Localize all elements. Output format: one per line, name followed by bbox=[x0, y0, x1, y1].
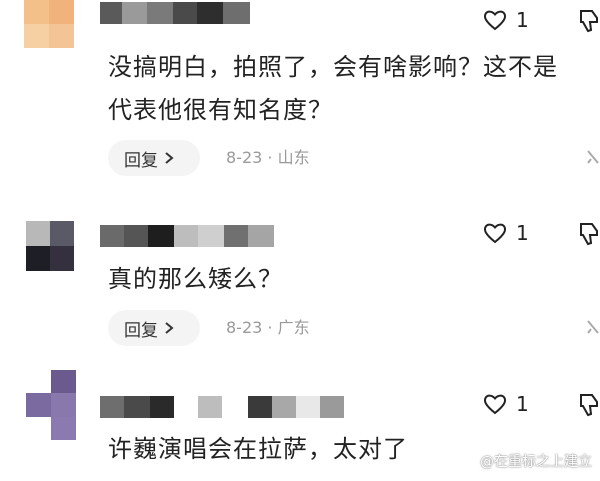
heart-icon bbox=[483, 394, 507, 415]
comment-meta: 8-23 · 广东 bbox=[226, 318, 310, 337]
comment-location: 广东 bbox=[277, 318, 310, 337]
like-button[interactable]: 1 bbox=[482, 221, 529, 245]
comment-text: 真的那么矮么？ bbox=[108, 265, 283, 293]
dislike-icon[interactable] bbox=[578, 221, 600, 247]
more-icon[interactable] bbox=[586, 148, 600, 166]
comment-item: 1 真的那么矮么？ 回复 8-23 · 广东 bbox=[0, 215, 600, 365]
dislike-icon[interactable] bbox=[578, 392, 600, 418]
comment-text: 没搞明白，拍照了，会有啥影响？这不是代表他很有知名度？ bbox=[108, 53, 558, 124]
heart-icon bbox=[483, 10, 507, 31]
reply-button[interactable]: 回复 bbox=[108, 310, 200, 346]
heart-icon bbox=[483, 223, 507, 244]
comment-item: 1 没搞明白，拍照了，会有啥影响？这不是代表他很有知名度？ 回复 8-23 · … bbox=[0, 0, 600, 180]
chevron-right-icon bbox=[165, 152, 174, 164]
avatar[interactable] bbox=[26, 221, 74, 271]
like-count: 1 bbox=[516, 221, 529, 245]
reply-label: 回复 bbox=[124, 320, 158, 341]
reply-button[interactable]: 回复 bbox=[108, 140, 200, 176]
comment-meta: 8-23 · 山东 bbox=[226, 148, 310, 167]
watermark: @在重标之上建立 bbox=[480, 451, 592, 471]
username-pixelated[interactable] bbox=[100, 225, 274, 247]
dislike-icon[interactable] bbox=[578, 8, 600, 34]
avatar[interactable] bbox=[24, 0, 74, 48]
comment-location: 山东 bbox=[277, 148, 310, 167]
like-count: 1 bbox=[516, 392, 529, 416]
more-icon[interactable] bbox=[586, 318, 600, 336]
chevron-right-icon bbox=[165, 322, 174, 334]
comment-date: 8-23 bbox=[226, 318, 263, 337]
like-count: 1 bbox=[516, 8, 529, 32]
username-pixelated[interactable] bbox=[100, 2, 250, 24]
reply-label: 回复 bbox=[124, 150, 158, 171]
comment-date: 8-23 bbox=[226, 148, 263, 167]
like-button[interactable]: 1 bbox=[482, 8, 529, 32]
watermark-text: @在重标之上建立 bbox=[480, 454, 592, 470]
avatar[interactable] bbox=[26, 370, 76, 440]
like-button[interactable]: 1 bbox=[482, 392, 529, 416]
username-pixelated[interactable] bbox=[100, 396, 348, 418]
